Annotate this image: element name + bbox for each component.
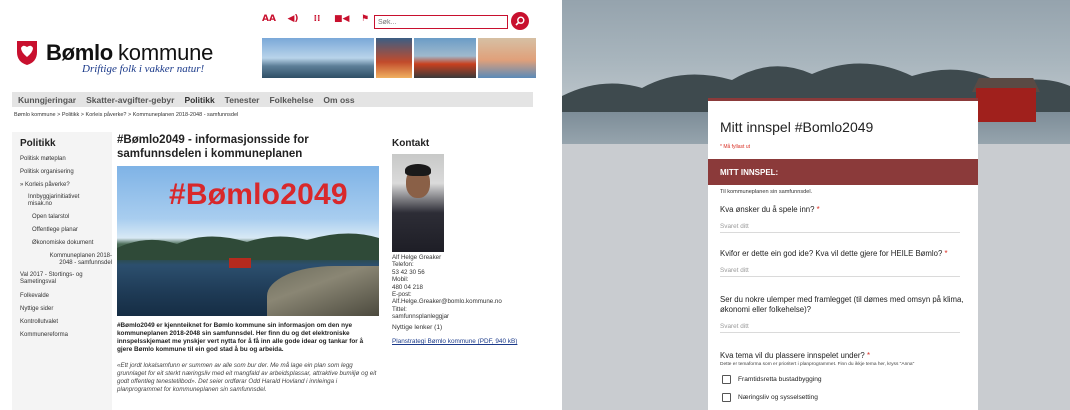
answer-field[interactable]: Svaret ditt	[720, 267, 960, 277]
text-size-icon[interactable]: AA	[262, 14, 276, 24]
municipality-website: AA ◀) ⁞⁞ ■◀ ⚑ Bømlo kommune Driftige fol…	[0, 0, 545, 410]
sidebar-heading: Politikk	[20, 138, 56, 149]
nav-kunngjeringar[interactable]: Kunngjeringar	[18, 95, 76, 105]
listen-icon[interactable]: ◀)	[286, 14, 300, 24]
banner-image-ship	[414, 38, 476, 78]
search-button[interactable]	[511, 12, 529, 30]
contact-title: samfunnsplanleggjar	[392, 313, 450, 321]
article-quote: «Ett jordt lokalsamfunn er summen av all…	[117, 362, 377, 393]
main-navigation: Kunngjeringar Skatter-avgifter-gebyr Pol…	[12, 92, 533, 107]
logo-tagline: Driftige folk i vakker natur!	[82, 63, 205, 75]
answer-field[interactable]: Svaret ditt	[720, 323, 960, 333]
form-card: Mitt innspel #Bomlo2049 * Må fyllast ut …	[708, 98, 978, 410]
nav-om-oss[interactable]: Om oss	[323, 95, 354, 105]
checkbox-bustadbygging[interactable]	[722, 375, 731, 384]
required-marker: *	[944, 249, 948, 258]
contact-name: Alf Helge Greaker	[392, 254, 442, 261]
question-label: Kva tema vil du plassere innspelet under…	[720, 351, 970, 361]
required-marker: *	[866, 351, 870, 360]
article-photo: #Bømlo2049	[117, 166, 379, 316]
required-note: * Må fyllast ut	[720, 144, 751, 150]
checkbox-label[interactable]: Næringsliv og sysselsetting	[738, 394, 818, 401]
article-intro: #Bømlo2049 er kjennteiknet for Bømlo kom…	[117, 322, 364, 353]
contact-photo	[392, 154, 444, 252]
sidebar-item[interactable]: Politisk møteplan	[20, 156, 66, 163]
sidebar-item[interactable]: Folkevalde	[20, 293, 49, 300]
checkbox-label[interactable]: Framtidsretta bustadbygging	[738, 376, 822, 383]
sidebar-item[interactable]: Kommunereforma	[20, 332, 68, 339]
contact-info: Alf Helge Greaker Telefon: 53 42 30 56 M…	[392, 254, 537, 321]
contact-label: Mobil:	[392, 276, 409, 284]
checkbox-naeringsliv[interactable]	[722, 393, 731, 402]
question-text: Ser du nokre ulemper med framlegget (til…	[720, 295, 964, 314]
sitemap-icon[interactable]: ⁞⁞	[310, 14, 324, 24]
required-marker: *	[816, 205, 820, 214]
boathouse-shape	[229, 258, 251, 268]
coat-of-arms-icon[interactable]	[16, 40, 38, 66]
question-description: Dette er temaforma som er prioritert i p…	[720, 362, 915, 367]
question-text: Kva ønsker du å spele inn?	[720, 205, 815, 214]
section-title: MITT INNSPEL:	[720, 168, 779, 177]
contact-email[interactable]: Alf.Helge.Greaker@bomlo.kommune.no	[392, 298, 537, 305]
nav-folkehelse[interactable]: Folkehelse	[269, 95, 313, 105]
sidebar-item[interactable]: Open talarstol	[32, 214, 69, 221]
article-title: #Bømlo2049 - informasjonsside for samfun…	[117, 134, 309, 160]
answer-field[interactable]: Svaret ditt	[720, 223, 960, 233]
sidebar-item[interactable]: Økonomiske dokument	[32, 240, 93, 247]
question-text: Kvifor er dette ein god ide? Kva vil det…	[720, 249, 943, 258]
sidebar-menu: Politikk Politisk møteplan Politisk orga…	[12, 132, 112, 410]
contact-mobile: 480 04 218	[392, 283, 423, 291]
sidebar-item[interactable]: Politisk organisering	[20, 169, 74, 176]
planstrategi-link[interactable]: Planstrategi Bømlo kommune (PDF, 940 kB)	[392, 338, 522, 346]
sidebar-item[interactable]: Innbyggjarinitiativet misak.no	[28, 194, 112, 208]
contact-phone: 53 42 30 56	[392, 268, 425, 276]
sidebar-item-active[interactable]: » Korleis påverke?	[20, 182, 70, 189]
banner-image-lighthouse	[262, 38, 374, 78]
sidebar-item[interactable]: Offentlege planar	[32, 227, 78, 234]
utility-icons: AA ◀) ⁞⁞ ■◀ ⚑	[262, 14, 372, 24]
section-description: Til kommuneplanen sin samfunnsdel.	[720, 189, 813, 195]
question-text: Kva tema vil du plassere innspelet under…	[720, 351, 865, 360]
avatar-hair	[405, 164, 431, 176]
banner-image-child	[478, 38, 536, 78]
banner-image-person	[376, 38, 412, 78]
red-house-shape	[976, 88, 1036, 122]
feedback-form-page: Mitt innspel #Bomlo2049 * Må fyllast ut …	[562, 0, 1070, 410]
contact-heading: Kontakt	[392, 138, 430, 149]
section-header: MITT INNSPEL:	[708, 159, 978, 185]
question-label: Kva ønsker du å spele inn? *	[720, 205, 970, 215]
question-label: Kvifor er dette ein god ide? Kva vil det…	[720, 249, 970, 259]
flag-icon[interactable]: ⚑	[358, 14, 372, 24]
photo-hashtag: #Bømlo2049	[169, 178, 348, 211]
sidebar-item[interactable]: Kommuneplanen 2018- 2048 - samfunnsdel	[28, 253, 112, 267]
question-label: Ser du nokre ulemper med framlegget (til…	[720, 295, 970, 315]
search-icon	[515, 16, 525, 26]
nav-politikk[interactable]: Politikk	[184, 95, 214, 105]
form-title: Mitt innspel #Bomlo2049	[720, 119, 874, 135]
contact-label: Telefon:	[392, 261, 414, 269]
sidebar-item[interactable]: Kontrollutvalet	[20, 319, 58, 326]
useful-links-heading: Nyttige lenker (1)	[392, 324, 443, 331]
breadcrumb[interactable]: Bømlo kommune > Politikk > Korleis påver…	[14, 112, 238, 118]
sidebar-item[interactable]: Nyttige sider	[20, 306, 53, 313]
nav-tenester[interactable]: Tenester	[225, 95, 260, 105]
nav-skatter[interactable]: Skatter-avgifter-gebyr	[86, 95, 174, 105]
video-icon[interactable]: ■◀	[334, 14, 349, 24]
search-input[interactable]	[374, 15, 508, 29]
sidebar-item[interactable]: Val 2017 - Stortings- og Sametingsval	[20, 272, 110, 286]
hills-shape	[117, 233, 379, 260]
rocks-shape	[267, 266, 379, 316]
contact-label: Tittel:	[392, 305, 407, 313]
contact-label: E-post:	[392, 291, 412, 299]
